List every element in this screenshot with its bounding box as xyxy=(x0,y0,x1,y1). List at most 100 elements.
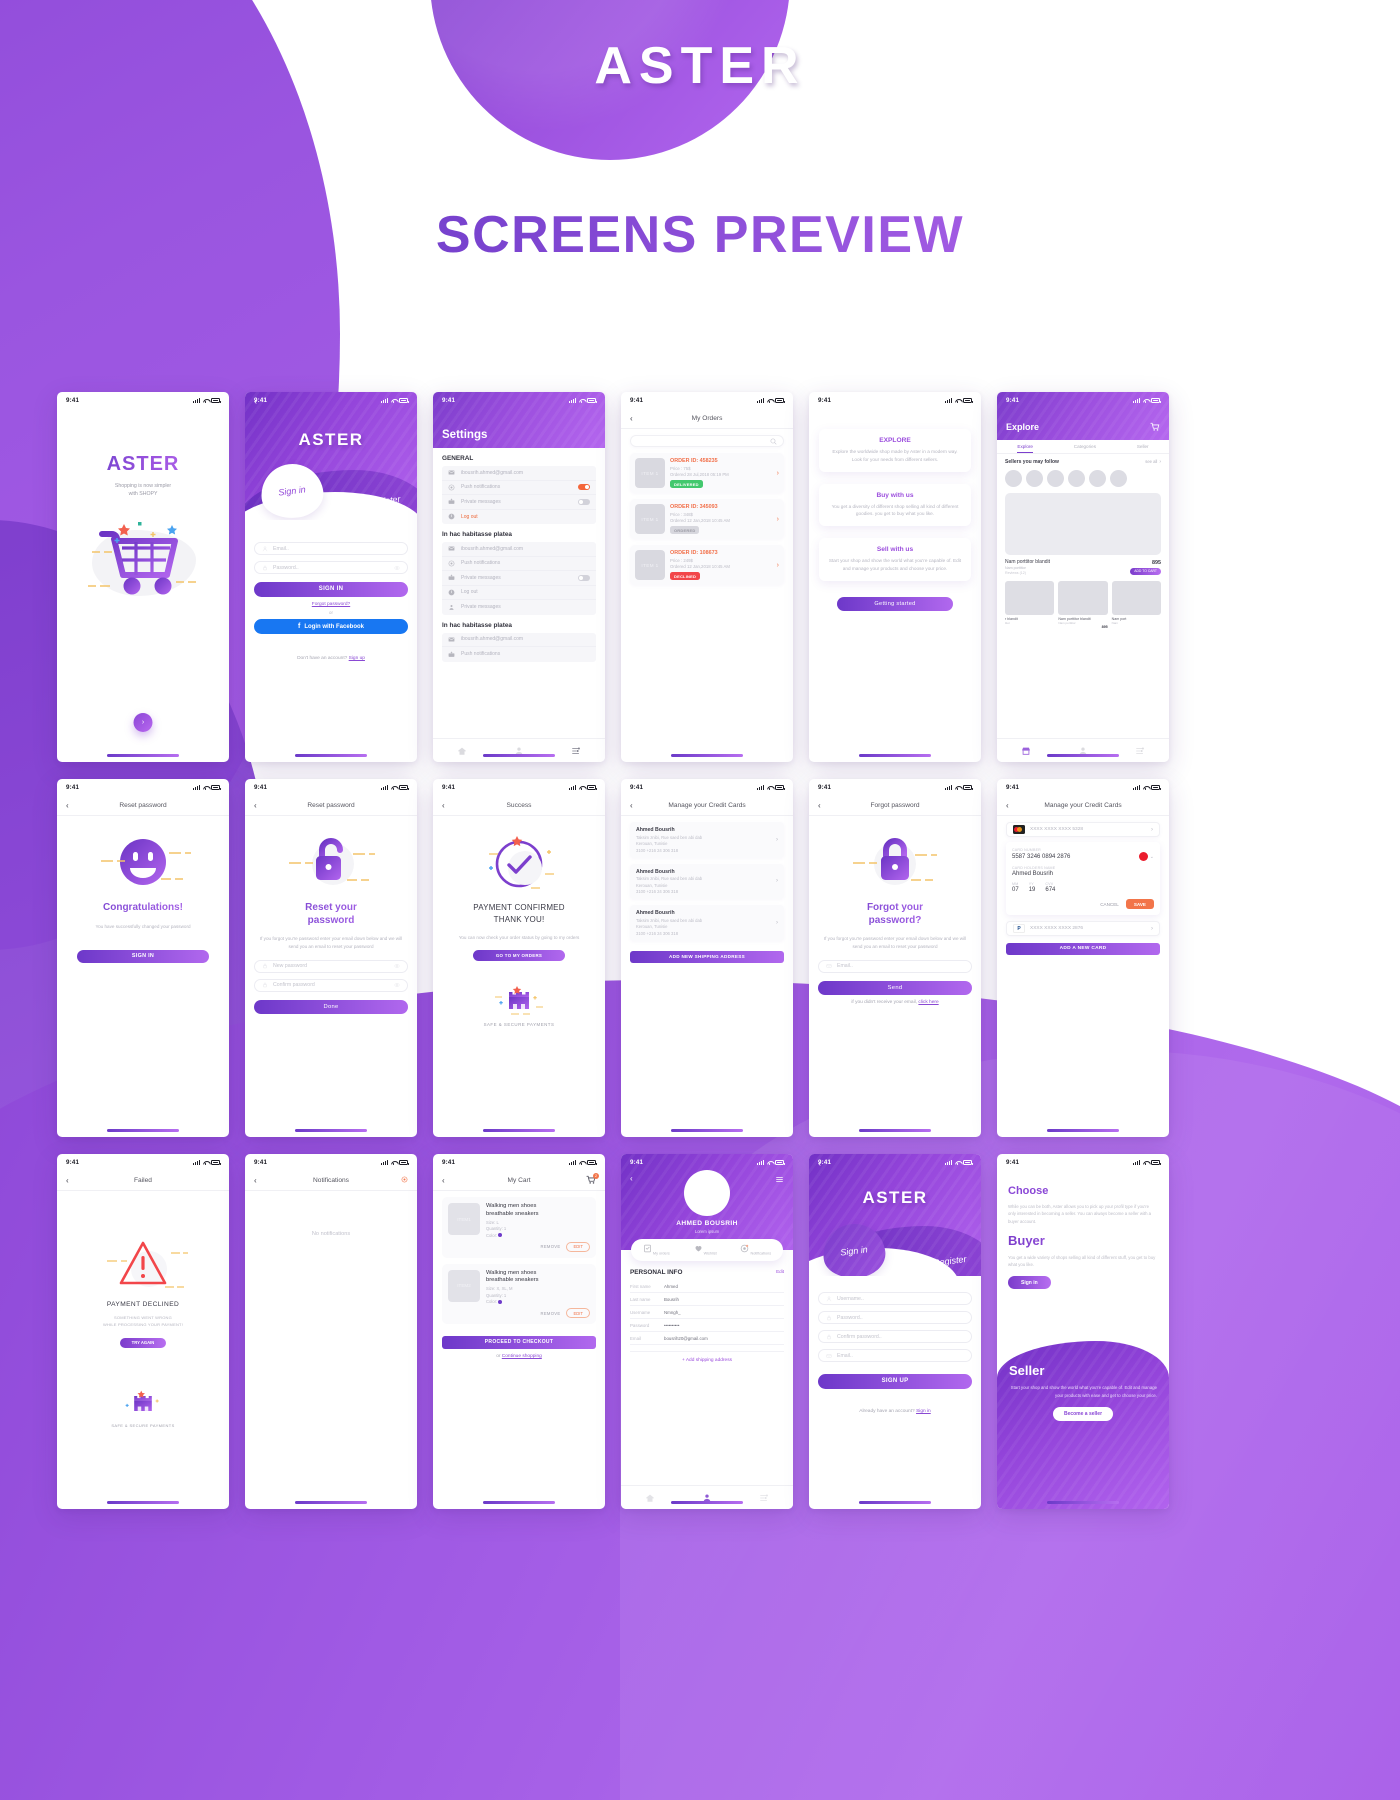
resend-link[interactable]: click here xyxy=(918,1000,938,1005)
settings-row[interactable]: Push notifications xyxy=(442,557,596,571)
settings-row[interactable]: Log out xyxy=(442,586,596,600)
order-card[interactable]: ITEM 1 ORDER ID: 345093 Price : 348$ Ord… xyxy=(630,499,784,539)
private-messages-toggle[interactable] xyxy=(578,498,590,505)
email-field[interactable]: Email.. xyxy=(818,1349,972,1362)
email-field[interactable]: Email.. xyxy=(818,959,972,973)
done-button[interactable]: Done xyxy=(254,999,408,1014)
menu-button[interactable] xyxy=(775,1175,784,1186)
add-new-card-button[interactable]: ADD A NEW CARD xyxy=(1006,943,1160,955)
see-all-link[interactable]: see all xyxy=(1145,459,1157,464)
eye-icon[interactable] xyxy=(394,963,400,969)
push-notifications-toggle[interactable] xyxy=(578,484,590,491)
next-button[interactable]: › xyxy=(133,713,153,732)
tab-register[interactable]: Register xyxy=(933,1254,967,1268)
settings-row[interactable]: ibousrih.ahmed@gmail.com xyxy=(442,633,596,647)
home-icon[interactable] xyxy=(457,746,467,756)
go-to-orders-button[interactable]: GO TO MY ORDERS xyxy=(473,949,565,961)
avatar[interactable] xyxy=(684,1170,730,1216)
edit-link[interactable]: Edit xyxy=(776,1269,784,1276)
forgot-password-link[interactable]: Forgot password? xyxy=(254,602,408,607)
tab-signin[interactable]: Sign in xyxy=(257,460,327,520)
cart-button[interactable]: 2 xyxy=(586,1172,599,1187)
settings-row[interactable]: ibousrih.ahmed@gmail.com xyxy=(442,466,596,481)
signin-link[interactable]: Sign in xyxy=(916,1409,931,1414)
home-icon[interactable] xyxy=(645,1493,655,1503)
signin-button[interactable]: SIGN IN xyxy=(254,582,408,597)
getting-started-button[interactable]: Getting started xyxy=(837,596,953,611)
edit-button[interactable]: EDIT xyxy=(566,1308,590,1319)
settings-icon[interactable] xyxy=(571,746,581,756)
try-again-button[interactable]: TRY AGAIN xyxy=(120,1337,166,1348)
grid-product[interactable]: Nam port Nam xyxy=(1111,580,1161,629)
card-holder-value[interactable]: Ahmed Bousrih xyxy=(1012,871,1154,877)
password-field[interactable]: Password.. xyxy=(818,1311,972,1324)
settings-row-logout[interactable]: Log out xyxy=(442,510,596,525)
back-button[interactable]: ‹ xyxy=(818,1158,821,1168)
avatar[interactable] xyxy=(1089,469,1106,487)
cart-icon[interactable] xyxy=(1150,422,1160,432)
settings-row[interactable]: ibousrih.ahmed@gmail.com xyxy=(442,542,596,557)
tab-seller[interactable]: Seller xyxy=(1137,444,1149,453)
mm-value[interactable]: 07 xyxy=(1012,887,1019,893)
shop-icon[interactable] xyxy=(1021,746,1031,756)
settings-icon[interactable] xyxy=(1135,746,1145,756)
chevron-right-icon[interactable]: › xyxy=(777,470,779,477)
add-to-cart-button[interactable]: ADD TO CART xyxy=(1130,567,1161,575)
tab-explore[interactable]: Explore xyxy=(1017,444,1033,453)
cancel-button[interactable]: CANCEL xyxy=(1100,902,1119,907)
continue-shopping-link[interactable]: Continue shopping xyxy=(502,1354,542,1359)
confirm-password-field[interactable]: Confirm password.. xyxy=(818,1330,972,1343)
settings-row[interactable]: Push notifications xyxy=(442,481,596,495)
buyer-signin-button[interactable]: Sign in xyxy=(1008,1276,1051,1290)
address-card[interactable]: Ahmed Bousrih Taksim znibi, Rue saed ben… xyxy=(630,863,784,899)
chevron-right-icon[interactable]: › xyxy=(1151,926,1153,932)
new-password-field[interactable]: New password xyxy=(254,959,408,973)
address-card[interactable]: Ahmed Bousrih Taksim znibi, Rue saed ben… xyxy=(630,905,784,941)
search-input[interactable] xyxy=(630,435,784,447)
chevron-right-icon[interactable]: › xyxy=(1151,827,1153,833)
avatar[interactable] xyxy=(1047,469,1064,487)
chevron-right-icon[interactable]: › xyxy=(776,837,778,843)
settings-row[interactable]: Private messages xyxy=(442,495,596,510)
card-number-value[interactable]: 5587 3246 0894 2876 xyxy=(1012,854,1070,860)
chevron-right-icon[interactable]: › xyxy=(776,920,778,926)
settings-icon[interactable] xyxy=(759,1493,769,1503)
tab-categories[interactable]: Categories xyxy=(1074,444,1096,453)
edit-button[interactable]: EDIT xyxy=(566,1241,590,1252)
add-shipping-address-button[interactable]: ADD NEW SHIPPING ADDRESS xyxy=(630,950,784,963)
private-messages-toggle-2[interactable] xyxy=(578,574,590,581)
avatar[interactable] xyxy=(1026,469,1043,487)
remove-button[interactable]: REMOVE xyxy=(541,1244,561,1249)
tab-wishlist[interactable]: Wishlist xyxy=(694,1244,717,1256)
chevron-right-icon[interactable]: › xyxy=(1159,459,1161,465)
confirm-password-field[interactable]: Confirm password xyxy=(254,978,408,992)
eye-icon[interactable] xyxy=(394,565,400,571)
chevron-right-icon[interactable]: › xyxy=(777,516,779,523)
featured-product-image[interactable] xyxy=(1005,492,1161,555)
password-field[interactable]: Password.. xyxy=(254,561,408,574)
remove-button[interactable]: REMOVE xyxy=(541,1311,561,1316)
checkout-button[interactable]: PROCEED TO CHECKOUT xyxy=(442,1336,596,1350)
avatar[interactable] xyxy=(1005,469,1022,487)
order-card[interactable]: ITEM 1 ORDER ID: 108673 Price : 249$ Ord… xyxy=(630,545,784,585)
add-shipping-address-link[interactable]: + Add shipping address xyxy=(630,1351,784,1363)
facebook-login-button[interactable]: f Login with Facebook xyxy=(254,619,408,634)
yy-value[interactable]: 19 xyxy=(1029,887,1036,893)
settings-row[interactable]: Push notifications xyxy=(442,647,596,662)
grid-product[interactable]: Nam porttitor blandit Nam porttitor 895 xyxy=(1058,580,1108,629)
tab-my-orders[interactable]: My orders xyxy=(643,1244,670,1256)
back-button[interactable]: ‹ xyxy=(254,396,257,406)
order-card[interactable]: ITEM 1 ORDER ID: 458235 Price : 75$ Orde… xyxy=(630,453,784,493)
signup-link[interactable]: Sign up xyxy=(349,656,365,661)
chevron-right-icon[interactable]: › xyxy=(777,562,779,569)
tab-notifications[interactable]: Notifications xyxy=(740,1244,771,1256)
become-seller-button[interactable]: Become a seller xyxy=(1052,1407,1114,1422)
settings-row[interactable]: Private messages xyxy=(442,571,596,586)
eye-icon[interactable] xyxy=(394,982,400,988)
avatar[interactable] xyxy=(1068,469,1085,487)
paypal-card-row[interactable]: P XXXX XXXX XXXX 2876 › xyxy=(1006,921,1160,936)
username-field[interactable]: Username.. xyxy=(818,1292,972,1305)
notifications-bell-button[interactable] xyxy=(401,1176,408,1185)
chevron-down-icon[interactable]: ⌄ xyxy=(1150,854,1154,860)
tab-register[interactable]: Register xyxy=(367,494,401,508)
